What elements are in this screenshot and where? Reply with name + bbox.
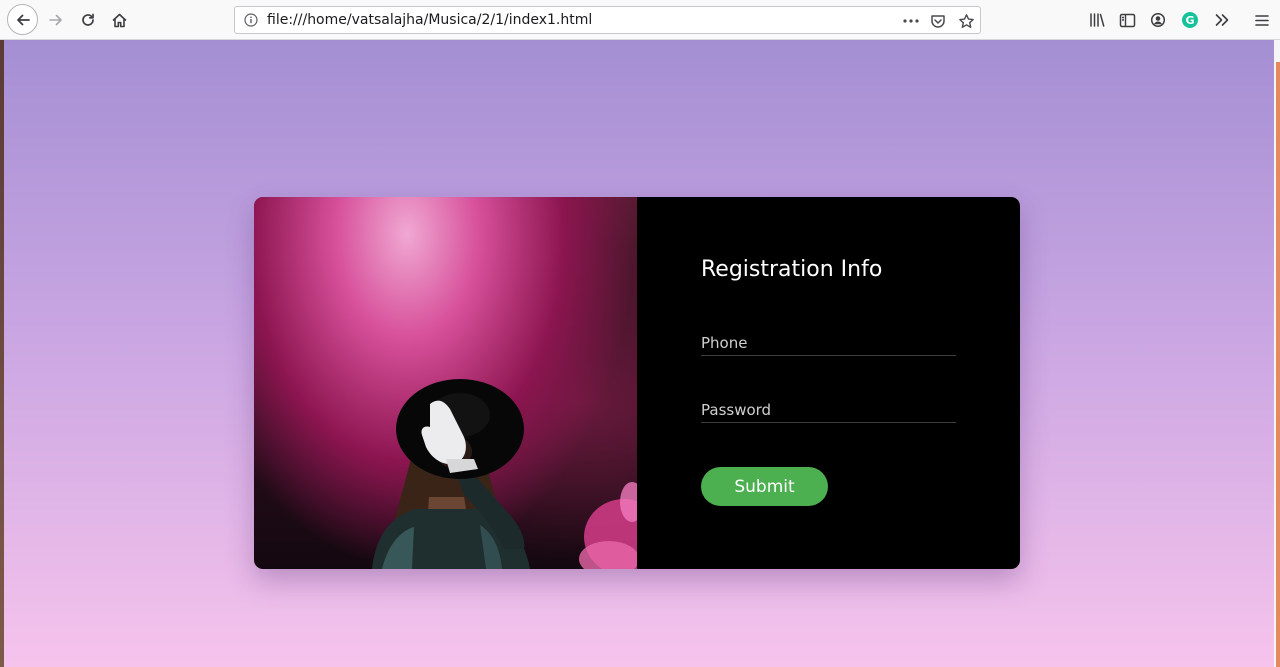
page-info-icon[interactable] <box>244 13 258 27</box>
page-actions-button[interactable] <box>900 10 922 32</box>
back-button[interactable] <box>7 4 38 35</box>
submit-button[interactable]: Submit <box>701 467 828 506</box>
grammarly-icon: G <box>1182 12 1198 28</box>
window-edge-right <box>1274 40 1280 667</box>
sidebar-button[interactable] <box>1112 5 1142 35</box>
forward-button[interactable] <box>41 5 71 35</box>
account-button[interactable] <box>1143 5 1173 35</box>
bookmark-button[interactable] <box>955 10 977 32</box>
hero-photo-illustration <box>372 379 637 569</box>
pocket-button[interactable] <box>927 10 949 32</box>
overflow-button[interactable] <box>1207 5 1237 35</box>
hamburger-menu-icon <box>1255 14 1269 26</box>
browser-toolbar: file:///home/vatsalajha/Musica/2/1/index… <box>0 0 1280 40</box>
reload-button[interactable] <box>73 5 103 35</box>
bookmark-star-icon <box>958 13 974 28</box>
menu-button[interactable] <box>1247 5 1277 35</box>
home-icon <box>111 13 127 27</box>
hero-photo <box>254 197 637 569</box>
grammarly-button[interactable]: G <box>1175 5 1205 35</box>
library-button[interactable] <box>1082 5 1112 35</box>
forward-arrow-icon <box>49 14 62 26</box>
password-input[interactable] <box>701 397 956 423</box>
form-title: Registration Info <box>701 257 883 282</box>
url-bar[interactable]: file:///home/vatsalajha/Musica/2/1/index… <box>234 6 981 34</box>
url-text[interactable]: file:///home/vatsalajha/Musica/2/1/index… <box>267 12 592 28</box>
page-actions-icon <box>903 19 919 23</box>
back-arrow-icon <box>16 14 30 25</box>
reload-icon <box>82 13 94 26</box>
account-icon <box>1150 12 1166 28</box>
phone-input[interactable] <box>701 330 956 356</box>
pocket-icon <box>931 14 945 28</box>
sidebar-icon <box>1119 13 1135 27</box>
registration-form-panel: Registration Info Submit <box>637 197 1020 569</box>
home-button[interactable] <box>104 5 134 35</box>
library-icon <box>1090 13 1105 27</box>
registration-card: Registration Info Submit <box>254 197 1020 569</box>
overflow-chevrons-icon <box>1215 14 1229 26</box>
